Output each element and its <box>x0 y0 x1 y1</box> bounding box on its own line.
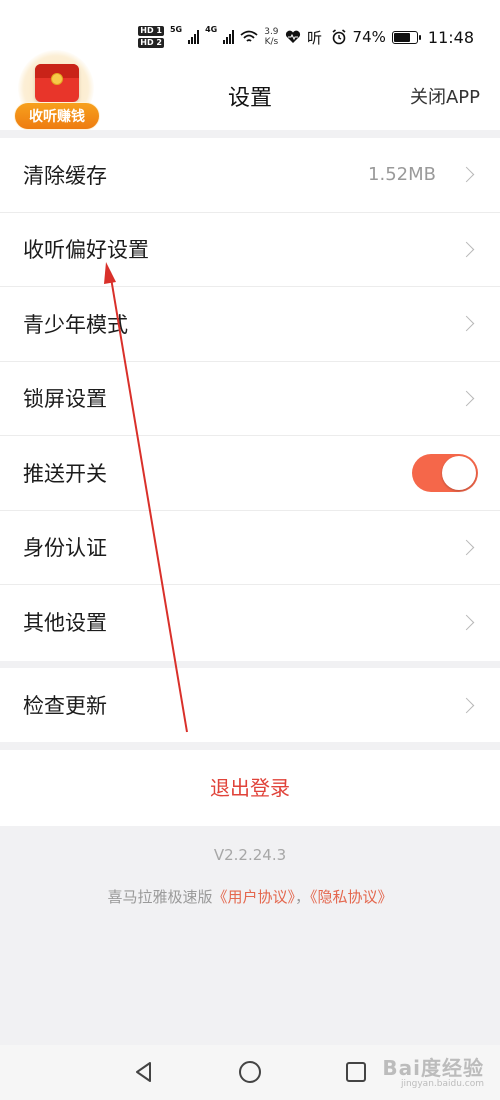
battery-fill <box>393 32 411 42</box>
heart-icon <box>285 30 300 43</box>
settings-item-label: 收听偏好设置 <box>23 238 149 263</box>
signal-2-label: 4G <box>205 25 218 34</box>
push-toggle[interactable] <box>412 453 478 492</box>
signal-2-icon <box>223 30 235 44</box>
settings-item-label: 清除缓存 <box>23 163 107 188</box>
alarm-icon <box>332 29 346 45</box>
listen-earn-badge[interactable]: 收听赚钱 <box>14 50 100 134</box>
chevron-right-icon <box>458 315 475 332</box>
signal-1-icon <box>188 30 200 44</box>
settings-item-teen-mode[interactable]: 青少年模式 <box>0 287 500 362</box>
update-group: 检查更新 <box>0 668 500 742</box>
close-app-button[interactable]: 关闭APP <box>410 83 480 109</box>
settings-item-label: 青少年模式 <box>23 312 128 337</box>
cache-size-value: 1.52MB <box>368 164 436 186</box>
promo-label: 收听赚钱 <box>14 102 100 130</box>
toggle-knob <box>442 455 476 490</box>
settings-list: 清除缓存 1.52MB 收听偏好设置 青少年模式 锁屏设置 推送开关 身份认证 … <box>0 138 500 661</box>
signal-1-label: 5G <box>169 25 183 34</box>
triangle-back-icon[interactable] <box>131 1059 157 1085</box>
settings-item-clear-cache[interactable]: 清除缓存 1.52MB <box>0 138 500 213</box>
settings-item-label: 推送开关 <box>23 461 107 486</box>
svg-text:听: 听 <box>307 29 322 45</box>
settings-item-lockscreen[interactable]: 锁屏设置 <box>0 362 500 436</box>
hd-1-badge: HD 1 <box>138 26 164 36</box>
square-recent-icon[interactable] <box>343 1059 369 1085</box>
footer-separator: ， <box>295 888 311 906</box>
red-envelope-icon <box>35 64 79 102</box>
circle-home-icon[interactable] <box>237 1059 263 1085</box>
chevron-right-icon <box>458 697 475 714</box>
settings-item-other[interactable]: 其他设置 <box>0 585 500 660</box>
chevron-right-icon <box>458 539 475 556</box>
wifi-icon <box>240 30 258 42</box>
net-speed: 3.9 K/s <box>264 27 278 47</box>
chevron-right-icon <box>458 390 475 407</box>
status-icons: HD 1 HD 2 5G 4G 3.9 K/s 听 74% 11:48 <box>138 24 474 50</box>
settings-item-listen-preference[interactable]: 收听偏好设置 <box>0 213 500 287</box>
hd-icon: HD 1 HD 2 <box>138 26 164 48</box>
watermark: Bai度经验 jingyan.baidu.com <box>382 1052 484 1089</box>
chevron-right-icon <box>458 614 475 631</box>
listen-app-icon: 听 <box>307 29 322 45</box>
clock-time: 11:48 <box>427 27 474 47</box>
coin-icon <box>51 73 63 85</box>
chevron-right-icon <box>458 166 475 183</box>
settings-item-push-switch: 推送开关 <box>0 436 500 511</box>
settings-item-label: 其他设置 <box>23 611 107 636</box>
net-speed-value: 3.9 <box>264 27 279 37</box>
version-text: V2.2.24.3 <box>213 846 287 864</box>
logout-button[interactable]: 退出登录 <box>0 750 500 826</box>
battery-icon <box>391 30 421 44</box>
footer-links: 喜马拉雅极速版《用户协议》，《隐私协议》 <box>0 886 500 907</box>
watermark-main: Bai度经验 <box>382 1056 484 1080</box>
settings-item-check-update[interactable]: 检查更新 <box>0 668 500 743</box>
settings-item-label: 锁屏设置 <box>23 387 107 412</box>
hd-2-badge: HD 2 <box>138 38 164 48</box>
net-speed-unit: K/s <box>264 37 279 47</box>
settings-item-label: 检查更新 <box>23 694 107 719</box>
app-name-text: 喜马拉雅极速版 <box>107 888 213 906</box>
settings-item-label: 身份认证 <box>23 536 107 561</box>
privacy-policy-link[interactable]: 《隐私协议》 <box>310 888 393 906</box>
user-agreement-link[interactable]: 《用户协议》 <box>212 888 295 906</box>
chevron-right-icon <box>458 241 475 258</box>
battery-percent: 74% <box>352 28 386 46</box>
settings-item-identity[interactable]: 身份认证 <box>0 511 500 585</box>
